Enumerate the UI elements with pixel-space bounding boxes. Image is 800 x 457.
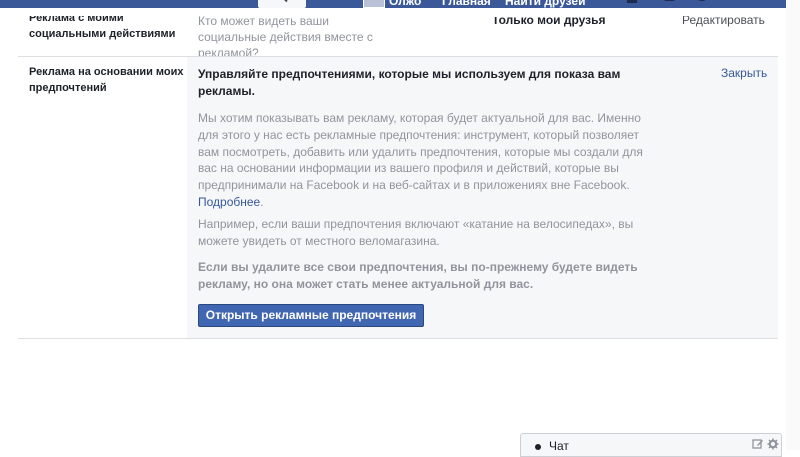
ad-preferences-paragraph-1-text: Мы хотим показывать вам рекламу, которая… (198, 111, 643, 193)
search-button[interactable] (258, 0, 306, 8)
social-ads-edit-link[interactable]: Редактировать (682, 16, 765, 27)
messages-icon[interactable] (660, 0, 676, 6)
online-status-dot (535, 444, 541, 450)
ad-preferences-title: Управляйте предпочтениями, которые мы ис… (198, 67, 621, 98)
profile-avatar[interactable] (363, 0, 385, 8)
ad-preferences-paragraph-1: Мы хотим показывать вам рекламу, которая… (198, 111, 643, 209)
open-ad-preferences-button[interactable]: Открыть рекламные предпочтения (198, 304, 424, 327)
lock-icon[interactable] (738, 0, 754, 6)
social-ads-description: Кто может видеть ваши социальные действи… (198, 14, 373, 60)
chevron-down-icon[interactable] (768, 0, 784, 6)
nav-profile-link[interactable]: Олжо (389, 0, 421, 8)
nav-home-link[interactable]: Главная (442, 0, 491, 8)
close-link[interactable]: Закрыть (721, 66, 767, 80)
top-bar: Олжо Главная Найти друзей (0, 0, 800, 8)
friends-icon[interactable] (626, 0, 642, 6)
search-icon (284, 0, 288, 3)
row-divider-bottom (18, 338, 778, 339)
ad-preferences-paragraph-2: Например, если ваши предпочтения включаю… (198, 217, 634, 248)
scrollbar[interactable] (786, 0, 800, 450)
compose-icon[interactable] (752, 438, 764, 450)
globe-icon[interactable] (694, 0, 710, 6)
chat-label: Чат (549, 439, 569, 453)
ad-preferences-label: Реклама на основании моих предпочтений (29, 66, 184, 94)
ad-preferences-paragraph-3: Если вы удалите все свои предпочтения, в… (198, 260, 638, 291)
social-ads-value: Только мои друзья (492, 13, 606, 27)
social-ads-label: Реклама с моими социальными действиями (29, 12, 176, 40)
gear-icon[interactable] (767, 438, 779, 450)
chat-bar[interactable]: Чат (520, 433, 782, 457)
learn-more-link[interactable]: Подробнее (198, 195, 260, 209)
nav-find-friends-link[interactable]: Найти друзей (505, 0, 585, 8)
